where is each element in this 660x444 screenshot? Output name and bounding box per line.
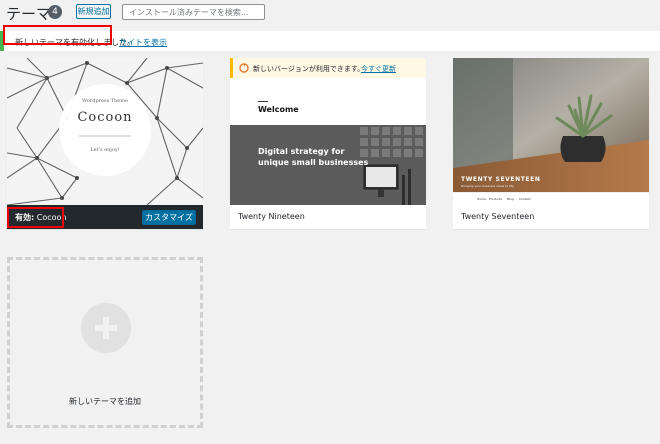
seventeen-tagline: Bringing your business ideas to life (461, 184, 514, 188)
seventeen-menu-item: Home (477, 197, 486, 201)
theme-screenshot-twenty-seventeen: TWENTY SEVENTEEN Bringing your business … (453, 58, 649, 205)
seventeen-menu-item: Blog (507, 197, 514, 201)
active-theme-highlight-box (7, 207, 64, 228)
theme-name-twenty-seventeen: Twenty Seventeen (461, 212, 535, 221)
cocoon-network-graphic (7, 58, 203, 205)
customize-button[interactable]: カスタマイズ (142, 210, 196, 225)
theme-card-twenty-seventeen[interactable]: TWENTY SEVENTEEN Bringing your business … (453, 58, 649, 229)
notice-highlight-box (3, 25, 112, 45)
add-new-theme-card[interactable]: 新しいテーマを追加 (7, 257, 203, 428)
add-new-button[interactable]: 新規追加 (76, 4, 111, 19)
theme-screenshot-cocoon: Wordpress Theme Cocoon Let's enjoy! (7, 58, 203, 205)
update-available-notice: 新しいバージョンが利用できます。 今すぐ更新 (230, 58, 426, 78)
nineteen-banner-line1: Digital strategy for (258, 147, 345, 156)
plus-icon (81, 303, 131, 353)
update-now-link[interactable]: 今すぐ更新 (361, 64, 396, 74)
seventeen-menu-item: Contact (519, 197, 531, 201)
theme-search-input[interactable] (122, 4, 265, 20)
theme-name-bar: Twenty Seventeen (453, 205, 649, 229)
cocoon-subtitle: Let's enjoy! (90, 147, 120, 153)
update-icon (239, 63, 249, 73)
theme-card-cocoon[interactable]: Wordpress Theme Cocoon Let's enjoy! 有効: … (7, 58, 203, 229)
nineteen-rule (258, 101, 268, 102)
theme-card-twenty-nineteen[interactable]: Welcome Digital strategy for unique smal… (230, 58, 426, 229)
nineteen-banner-line2: unique small businesses (258, 158, 369, 167)
theme-screenshot-twenty-nineteen: Welcome Digital strategy for unique smal… (230, 58, 426, 205)
theme-name-bar: Twenty Nineteen (230, 205, 426, 229)
seventeen-menu: Home Products Blog Contact (453, 192, 649, 205)
seventeen-title: TWENTY SEVENTEEN (461, 176, 541, 183)
theme-count-badge: 4 (48, 5, 62, 19)
cocoon-logo-text: Cocoon (77, 110, 133, 125)
seventeen-hero-graphic (453, 58, 649, 192)
nineteen-banner: Digital strategy for unique small busine… (230, 125, 426, 205)
view-site-link[interactable]: サイトを表示 (119, 37, 167, 48)
nineteen-welcome: Welcome (258, 105, 299, 114)
seventeen-menu-item: Products (489, 197, 502, 201)
theme-name-twenty-nineteen: Twenty Nineteen (238, 212, 305, 221)
page-title: テーマ (6, 5, 52, 23)
cocoon-tagline: Wordpress Theme (82, 98, 128, 104)
update-text: 新しいバージョンが利用できます。 (253, 65, 365, 73)
add-new-theme-label: 新しいテーマを追加 (69, 397, 141, 406)
